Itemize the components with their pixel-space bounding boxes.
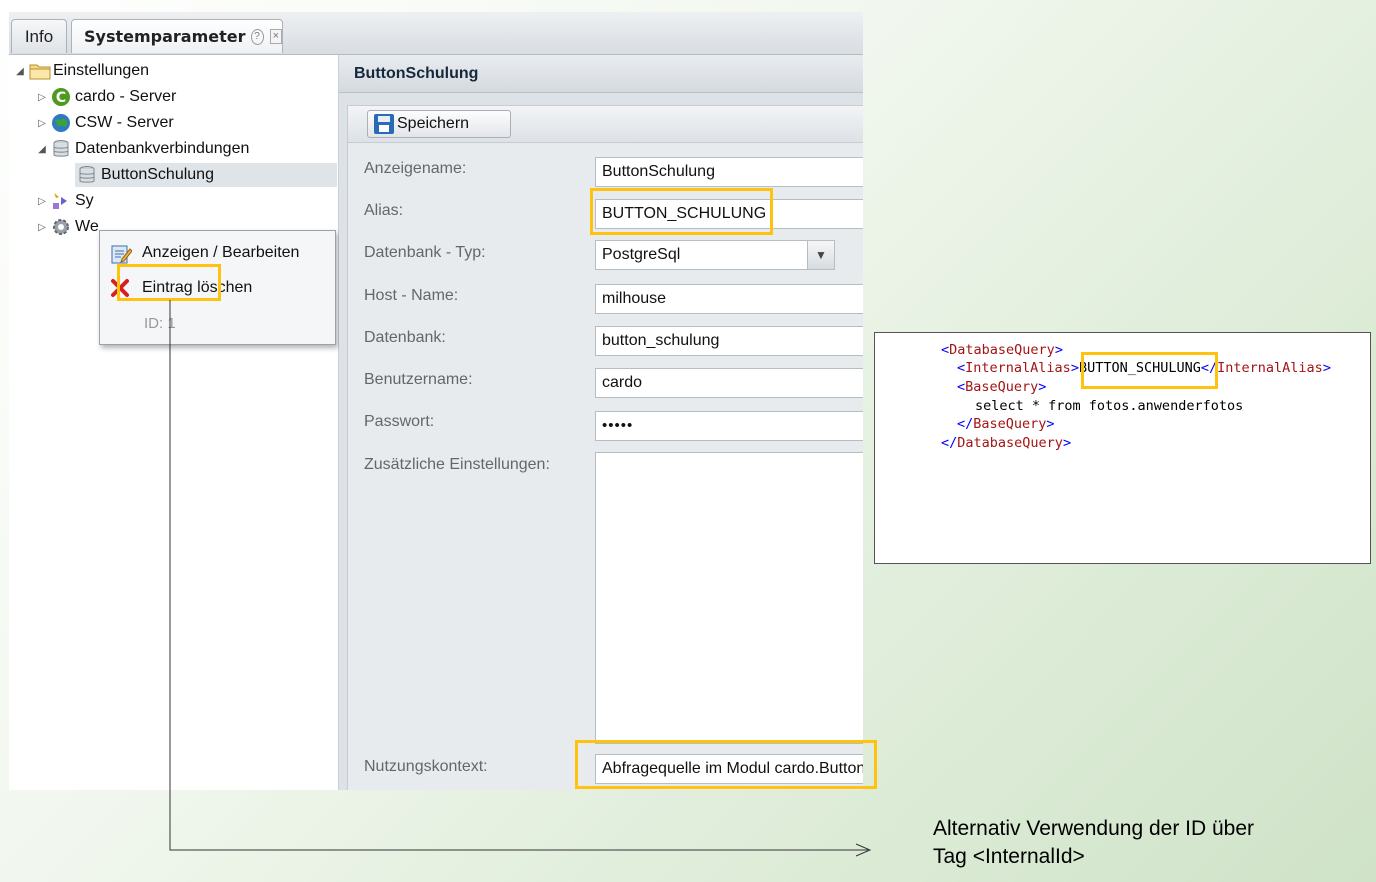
code-line-basequery-close: </BaseQuery>	[957, 416, 1055, 432]
note-line-2: Tag <InternalId>	[933, 845, 1085, 868]
internalalias-highlight-box	[1081, 352, 1218, 389]
code-line-databasequery-open: <DatabaseQuery>	[941, 342, 1063, 358]
annotation-note: Alternativ Verwendung der ID über Tag <I…	[933, 815, 1254, 871]
note-line-1: Alternativ Verwendung der ID über	[933, 817, 1255, 840]
code-line-query: select * from fotos.anwenderfotos	[975, 398, 1244, 414]
code-line-basequery-open: <BaseQuery>	[957, 379, 1047, 395]
code-line-databasequery-close: </DatabaseQuery>	[941, 435, 1072, 451]
